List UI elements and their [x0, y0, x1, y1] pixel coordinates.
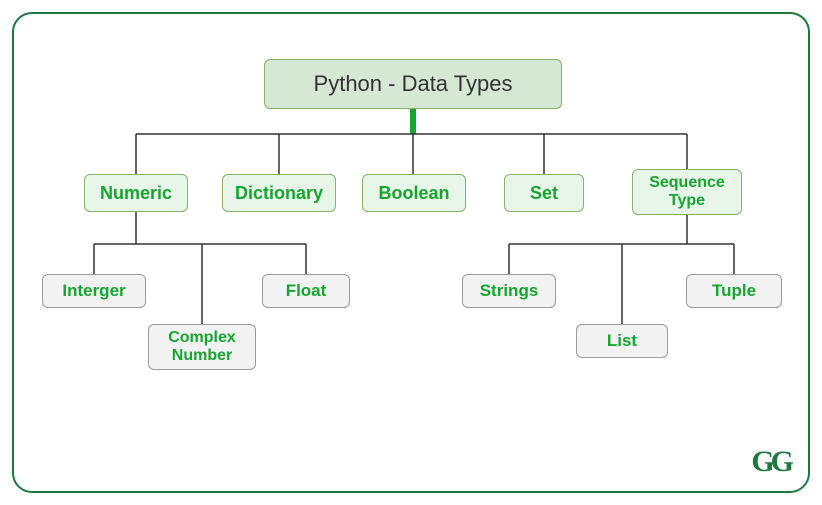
node-dictionary: Dictionary: [222, 174, 336, 212]
node-float: Float: [262, 274, 350, 308]
diagram-frame: Python - Data Types Numeric Dictionary B…: [12, 12, 810, 493]
node-integer: Interger: [42, 274, 146, 308]
node-tuple: Tuple: [686, 274, 782, 308]
node-strings: Strings: [462, 274, 556, 308]
node-list: List: [576, 324, 668, 358]
node-numeric: Numeric: [84, 174, 188, 212]
node-boolean: Boolean: [362, 174, 466, 212]
node-sequence-type: Sequence Type: [632, 169, 742, 215]
root-node: Python - Data Types: [264, 59, 562, 109]
geeksforgeeks-logo: GG: [751, 445, 790, 479]
node-complex-number: Complex Number: [148, 324, 256, 370]
node-set: Set: [504, 174, 584, 212]
